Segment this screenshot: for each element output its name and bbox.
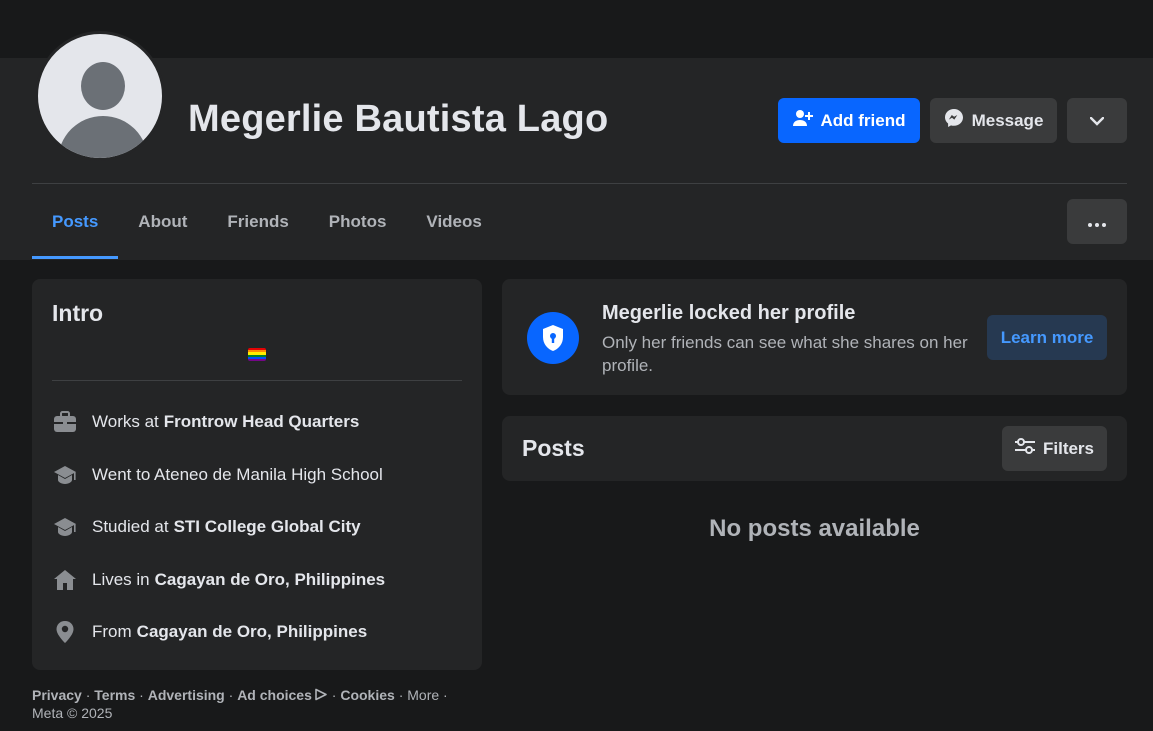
footer-terms-link[interactable]: Terms — [94, 687, 135, 703]
current-city-link[interactable]: Cagayan de Oro, Philippines — [155, 570, 386, 590]
filters-label: Filters — [1042, 438, 1095, 458]
avatar-body-shape — [58, 116, 148, 158]
college-link[interactable]: STI College Global City — [174, 517, 361, 537]
briefcase-icon — [52, 409, 78, 435]
locked-profile-card: Megerlie locked her profile Only her fri… — [502, 279, 1127, 395]
more-options-button[interactable] — [1067, 98, 1127, 143]
workplace-link[interactable]: Frontrow Head Quarters — [164, 412, 360, 432]
home-icon — [52, 567, 78, 593]
profile-name: Megerlie Bautista Lago — [188, 98, 609, 140]
chevron-down-icon — [1089, 111, 1105, 131]
locked-profile-title: Megerlie locked her profile — [602, 302, 856, 324]
graduation-cap-icon — [52, 462, 78, 488]
rainbow-flag-icon — [248, 348, 266, 361]
footer-ad-choices-link[interactable]: Ad choices — [237, 687, 312, 703]
avatar-head-shape — [81, 62, 125, 110]
tab-posts[interactable]: Posts — [32, 199, 119, 259]
profile-avatar[interactable] — [35, 31, 165, 161]
intro-title: Intro — [52, 300, 104, 326]
page-footer: Privacy · Terms · Advertising · Ad choic… — [32, 687, 448, 721]
learn-more-button[interactable]: Learn more — [987, 315, 1107, 360]
locked-profile-description: Only her friends can see what she shares… — [602, 333, 968, 375]
tab-about[interactable]: About — [118, 199, 207, 259]
sliders-icon — [1014, 438, 1035, 459]
intro-item-highschool: Went to Ateneo de Manila High School — [52, 460, 383, 490]
intro-item-from: From Cagayan de Oro, Philippines — [52, 617, 367, 647]
intro-item-lives: Lives in Cagayan de Oro, Philippines — [52, 565, 385, 595]
hometown-link[interactable]: Cagayan de Oro, Philippines — [137, 622, 368, 642]
message-button[interactable]: Message — [930, 98, 1057, 143]
tab-videos[interactable]: Videos — [406, 199, 501, 259]
tab-friends[interactable]: Friends — [207, 199, 308, 259]
footer-copyright: Meta © 2025 — [32, 705, 113, 721]
graduation-cap-icon — [52, 514, 78, 540]
intro-divider — [52, 380, 462, 381]
filters-button[interactable]: Filters — [1002, 426, 1107, 471]
no-posts-message: No posts available — [709, 515, 920, 542]
intro-item-college: Studied at STI College Global City — [52, 512, 361, 542]
footer-advertising-link[interactable]: Advertising — [148, 687, 225, 703]
header-divider — [32, 183, 1127, 184]
intro-card: Intro Works at Frontrow Head Quarters We… — [32, 279, 482, 670]
add-person-icon — [792, 109, 813, 132]
footer-cookies-link[interactable]: Cookies — [340, 687, 394, 703]
footer-privacy-link[interactable]: Privacy — [32, 687, 82, 703]
add-friend-label: Add friend — [820, 110, 906, 130]
posts-title: Posts — [522, 435, 585, 461]
posts-card: Posts Filters — [502, 416, 1127, 481]
location-pin-icon — [52, 619, 78, 645]
profile-tabs: Posts About Friends Photos Videos — [32, 199, 502, 259]
tab-more-button[interactable] — [1067, 199, 1127, 244]
shield-lock-icon — [527, 312, 579, 364]
add-friend-button[interactable]: Add friend — [778, 98, 920, 143]
tab-photos[interactable]: Photos — [309, 199, 407, 259]
messenger-icon — [944, 108, 964, 133]
message-label: Message — [971, 110, 1044, 130]
footer-more-link[interactable]: More — [407, 687, 439, 703]
ellipsis-icon — [1088, 212, 1106, 232]
intro-item-work: Works at Frontrow Head Quarters — [52, 407, 359, 437]
ad-choices-icon — [312, 687, 328, 703]
